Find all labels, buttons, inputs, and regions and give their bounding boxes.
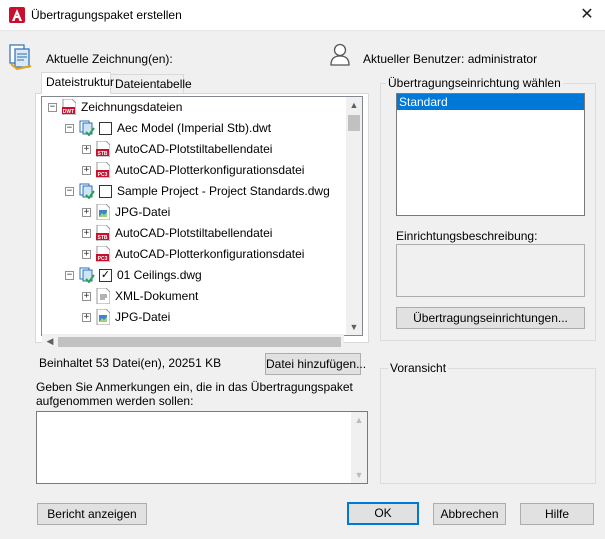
tree-row-label: JPG-Datei xyxy=(115,205,171,219)
help-button-label: Hilfe xyxy=(544,507,569,521)
scroll-down-icon[interactable]: ▼ xyxy=(346,319,362,335)
tree-row-label: Sample Project - Project Standards.dwg xyxy=(117,184,330,198)
tree-row[interactable]: + PC3 AutoCAD-Plotterkonfigurationsdatei xyxy=(42,160,342,181)
expand-icon[interactable]: + xyxy=(82,292,91,301)
drawing-set-icon xyxy=(79,183,95,200)
notes-scroll-up-icon[interactable]: ▲ xyxy=(351,412,367,428)
tree-row-label: Aec Model (Imperial Stb).dwt xyxy=(117,121,272,135)
pc3-file-icon: PC3 xyxy=(96,161,111,179)
current-drawings-label: Aktuelle Zeichnung(en): xyxy=(46,52,173,66)
tree-row-label: AutoCAD-Plotterkonfigurationsdatei xyxy=(115,247,305,261)
preview-group xyxy=(380,368,596,484)
pc3-file-icon: PC3 xyxy=(96,245,111,263)
expand-icon[interactable]: + xyxy=(82,250,91,259)
transmittal-setups-button-label: Übertragungseinrichtungen... xyxy=(413,311,568,325)
jpg-file-icon xyxy=(96,203,111,221)
jpg-file-icon xyxy=(96,308,111,326)
include-checkbox[interactable] xyxy=(99,185,112,198)
tree-row[interactable]: + STB AutoCAD-Plotstiltabellendatei xyxy=(42,223,342,244)
cancel-button-label: Abbrechen xyxy=(440,507,499,521)
tree-row-label: AutoCAD-Plotstiltabellendatei xyxy=(115,226,273,240)
description-field xyxy=(396,244,585,297)
tree-row-label: XML-Dokument xyxy=(115,289,199,303)
dwt-file-icon: DWT xyxy=(62,98,77,116)
tree-row[interactable]: − ✓ 01 Ceilings.dwg xyxy=(42,265,342,286)
svg-text:STB: STB xyxy=(98,151,108,157)
autocad-logo-icon xyxy=(9,7,25,23)
notes-label-line2: aufgenommen werden sollen: xyxy=(36,394,194,408)
transmittal-package-icon xyxy=(9,44,32,70)
tree-row[interactable]: − Sample Project - Project Standards.dwg xyxy=(42,181,342,202)
ok-button[interactable]: OK xyxy=(347,502,419,525)
expand-icon[interactable]: + xyxy=(82,145,91,154)
collapse-icon[interactable]: − xyxy=(65,187,74,196)
file-tree[interactable]: − DWT Zeichnungsdateien − Aec Model (Imperia… xyxy=(41,96,363,336)
scroll-up-icon[interactable]: ▲ xyxy=(346,97,362,113)
xml-file-icon xyxy=(96,287,111,305)
transmittal-setups-button[interactable]: Übertragungseinrichtungen... xyxy=(396,307,585,329)
preview-group-label: Voransicht xyxy=(388,361,449,375)
file-summary: Beinhaltet 53 Datei(en), 20251 KB xyxy=(39,356,222,370)
notes-label-line1: Geben Sie Anmerkungen ein, die in das Üb… xyxy=(36,380,353,394)
include-checkbox[interactable]: ✓ xyxy=(99,269,112,282)
ok-button-label: OK xyxy=(374,506,392,520)
scroll-thumb[interactable] xyxy=(348,115,360,131)
tab-file-structure[interactable]: Dateistruktur xyxy=(41,72,115,94)
tree-row[interactable]: + JPG-Datei xyxy=(42,307,342,328)
tree-row-label: AutoCAD-Plotterkonfigurationsdatei xyxy=(115,163,305,177)
tree-row-label: 01 Ceilings.dwg xyxy=(117,268,202,282)
tree-row[interactable]: − DWT Zeichnungsdateien xyxy=(42,97,342,118)
tree-row[interactable]: + XML-Dokument xyxy=(42,286,342,307)
drawing-set-icon xyxy=(79,120,95,137)
expand-icon[interactable]: + xyxy=(82,313,91,322)
collapse-icon[interactable]: − xyxy=(65,271,74,280)
notes-scrollbar[interactable]: ▲ ▼ xyxy=(351,412,367,483)
title-bar: Übertragungspaket erstellen ✕ xyxy=(0,0,605,31)
tree-row-label: AutoCAD-Plotstiltabellendatei xyxy=(115,142,273,156)
drawing-set-icon xyxy=(79,267,95,284)
collapse-icon[interactable]: − xyxy=(65,124,74,133)
tree-row-label: JPG-Datei xyxy=(115,310,171,324)
user-icon xyxy=(330,43,350,66)
tree-row[interactable]: − Aec Model (Imperial Stb).dwt xyxy=(42,118,342,139)
help-button[interactable]: Hilfe xyxy=(520,503,594,525)
setup-group-label: Übertragungseinrichtung wählen xyxy=(386,76,563,90)
expand-icon[interactable]: + xyxy=(82,166,91,175)
add-file-button[interactable]: Datei hinzufügen... xyxy=(265,353,366,375)
tree-row-label: Zeichnungsdateien xyxy=(81,100,183,114)
setup-listbox[interactable]: Standard xyxy=(396,93,585,216)
expand-icon[interactable]: + xyxy=(82,208,91,217)
horizontal-scroll-thumb[interactable] xyxy=(58,337,341,347)
stb-file-icon: STB xyxy=(96,224,111,242)
setup-list-item[interactable]: Standard xyxy=(397,94,584,110)
tab-file-table[interactable]: Dateientabelle xyxy=(110,74,192,94)
tree-row[interactable]: + STB AutoCAD-Plotstiltabellendatei xyxy=(42,139,342,160)
notes-textarea[interactable]: ▲ ▼ xyxy=(36,411,368,484)
file-tree-rows: − DWT Zeichnungsdateien − Aec Model (Imperia… xyxy=(42,97,346,335)
close-icon[interactable]: ✕ xyxy=(572,2,602,28)
tree-row[interactable]: + PC3 AutoCAD-Plotterkonfigurationsdatei xyxy=(42,244,342,265)
add-file-button-label: Datei hinzufügen... xyxy=(266,357,367,371)
tab-file-structure-label: Dateistruktur xyxy=(46,75,115,89)
svg-text:STB: STB xyxy=(98,235,108,241)
svg-text:PC3: PC3 xyxy=(98,172,108,178)
stb-file-icon: STB xyxy=(96,140,111,158)
svg-text:DWT: DWT xyxy=(63,109,74,115)
tab-file-table-label: Dateientabelle xyxy=(115,77,192,91)
notes-scroll-down-icon[interactable]: ▼ xyxy=(351,467,367,483)
include-checkbox[interactable] xyxy=(99,122,112,135)
window-title: Übertragungspaket erstellen xyxy=(31,8,182,22)
scroll-left-icon[interactable]: ◀ xyxy=(42,333,58,349)
show-report-button-label: Bericht anzeigen xyxy=(47,507,137,521)
description-label: Einrichtungsbeschreibung: xyxy=(396,229,538,243)
show-report-button[interactable]: Bericht anzeigen xyxy=(37,503,147,525)
tree-row[interactable]: + JPG-Datei xyxy=(42,202,342,223)
expand-icon[interactable]: + xyxy=(82,229,91,238)
cancel-button[interactable]: Abbrechen xyxy=(433,503,506,525)
tree-vertical-scrollbar[interactable]: ▲ ▼ xyxy=(346,97,362,335)
svg-text:PC3: PC3 xyxy=(98,256,108,262)
current-user-label: Aktueller Benutzer: administrator xyxy=(363,52,538,66)
collapse-icon[interactable]: − xyxy=(48,103,57,112)
